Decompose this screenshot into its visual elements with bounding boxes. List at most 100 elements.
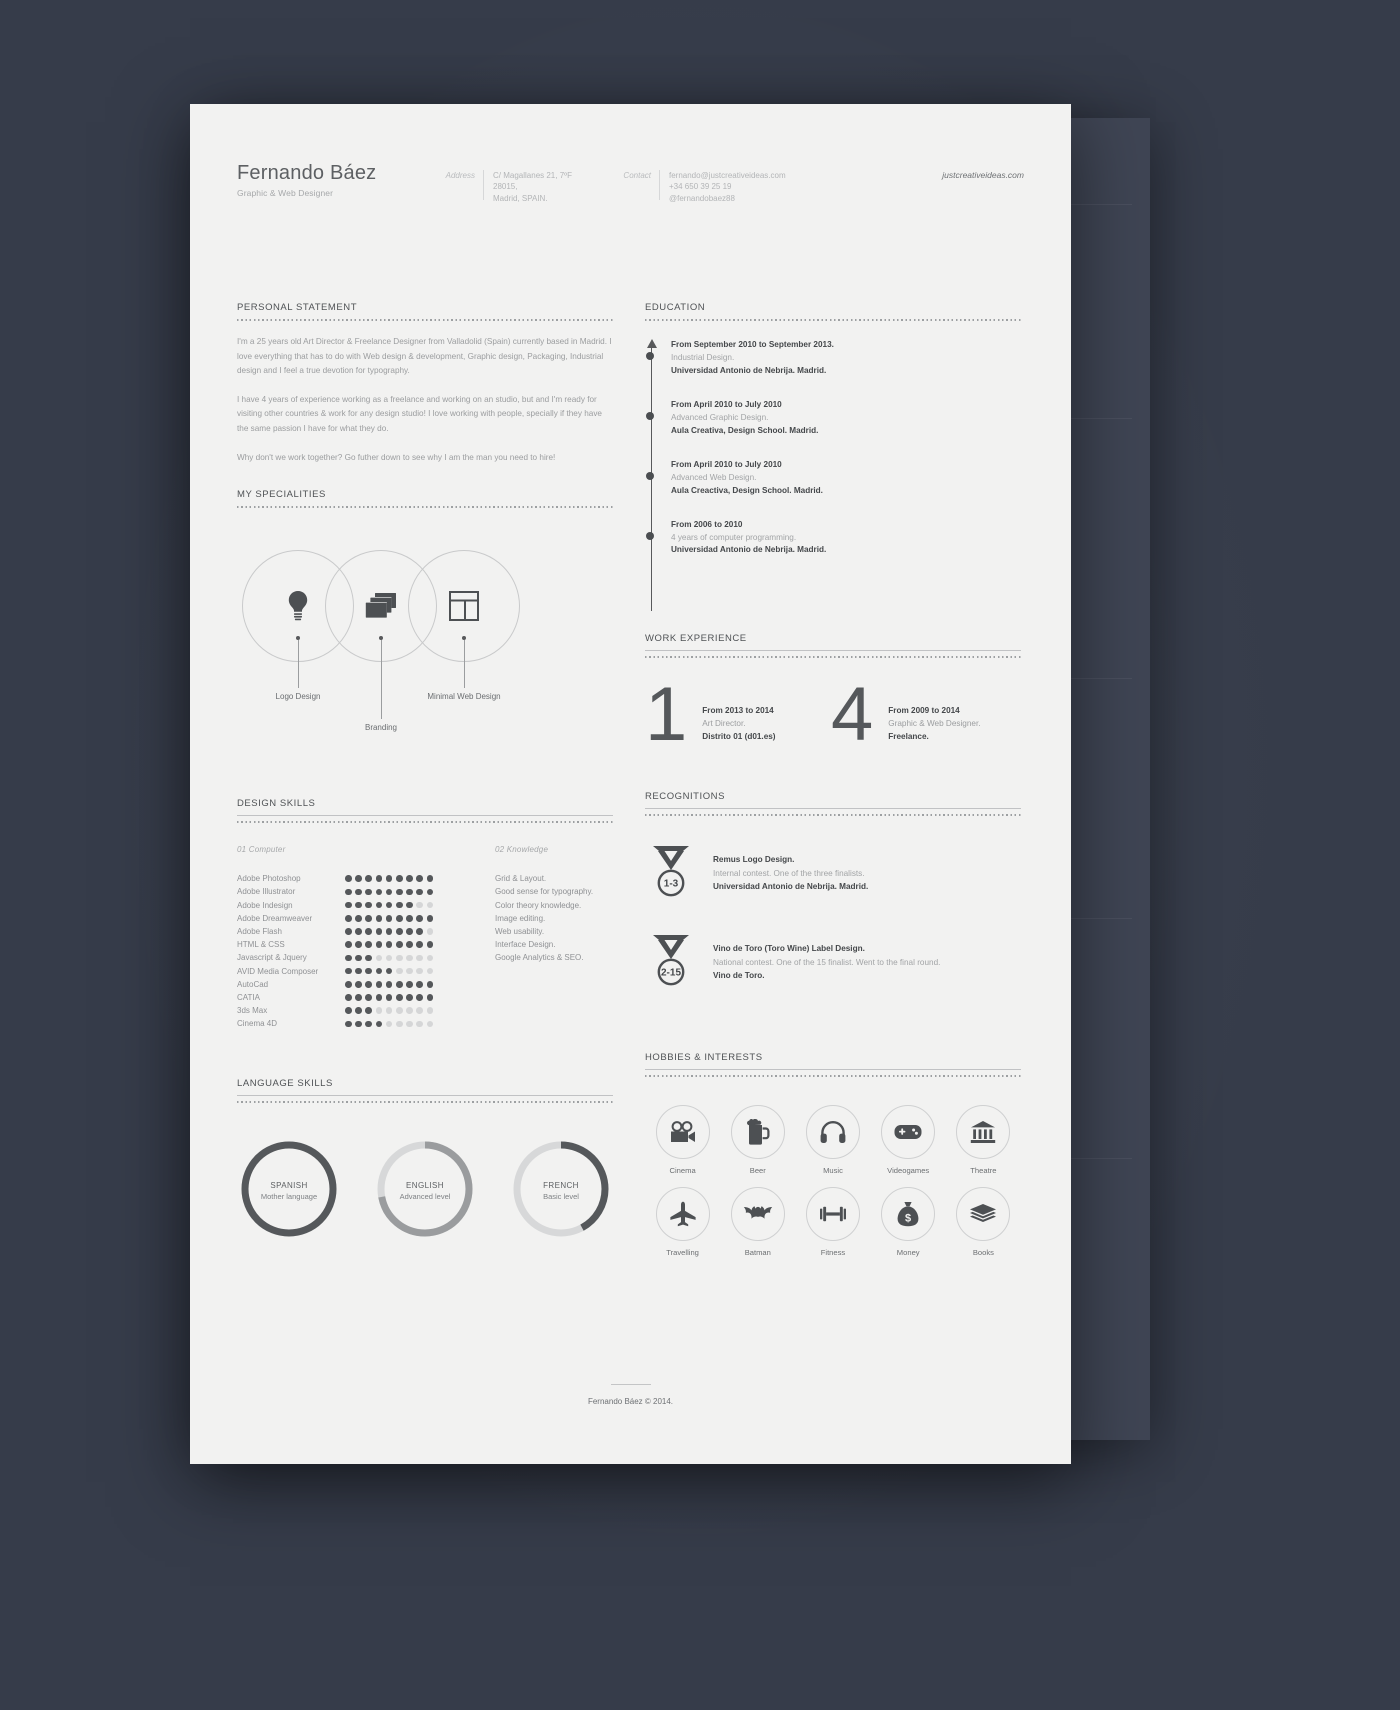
skill-name: AutoCad — [237, 979, 269, 989]
skill-rating — [345, 994, 434, 1001]
layers-icon — [365, 592, 397, 620]
rating-dot — [345, 980, 352, 988]
speciality-label: Minimal Web Design — [427, 692, 501, 702]
rating-dot — [406, 888, 413, 896]
section-divider — [645, 650, 1021, 651]
rating-dot — [426, 954, 434, 962]
skill-rating — [345, 901, 434, 909]
rating-dot — [345, 1020, 352, 1028]
contact-value: fernando@justcreativeideas.com +34 650 3… — [669, 171, 786, 203]
rating-dot — [406, 875, 413, 883]
education-entry: From 2006 to 2010 4 years of computer pro… — [646, 519, 1021, 558]
skill-row: AVID Media Composer — [237, 964, 495, 977]
hobby-item: Batman — [720, 1187, 795, 1257]
hobby-label: Cinema — [669, 1166, 696, 1176]
rating-dot — [365, 994, 372, 1001]
hobby-label: Videogames — [887, 1166, 930, 1176]
svg-text:1-3: 1-3 — [664, 879, 679, 890]
section-heading: HOBBIES & INTERESTS — [645, 1052, 763, 1064]
rating-dot — [395, 901, 403, 909]
page-title: Fernando Báez — [237, 162, 377, 184]
rating-dot — [395, 888, 403, 896]
section-heading: PERSONAL STATEMENT — [237, 302, 358, 313]
rating-dot — [406, 901, 413, 909]
speciality-label: Branding — [364, 723, 398, 733]
hobby-label: Books — [972, 1248, 994, 1258]
work-items: 1 From 2013 to 2014 Art Director. Distri… — [645, 676, 1021, 752]
hobby-item: Travelling — [645, 1187, 720, 1257]
recognition-detail: National contest. One of the 15 finalist… — [713, 957, 941, 967]
rating-dot — [375, 1020, 383, 1028]
work-dates: From 2009 to 2014 — [888, 705, 960, 715]
contact-group: Contact fernando@justcreativeideas.com +… — [613, 170, 786, 204]
rating-dot — [355, 941, 362, 948]
skill-rating — [345, 954, 434, 962]
section-divider-dotted — [237, 1101, 613, 1104]
rating-dot — [395, 928, 403, 935]
hobby-item: Cinema — [645, 1105, 720, 1175]
rating-dot — [355, 1020, 362, 1028]
section-divider — [645, 1069, 1021, 1071]
rating-dot — [426, 915, 434, 922]
identity-block: Fernando Báez Graphic & Web Designer — [237, 162, 376, 198]
speciality-label: Logo Design — [275, 692, 321, 702]
rating-dot — [375, 980, 383, 988]
language-level: Advanced level — [399, 1192, 451, 1202]
rating-dot — [385, 901, 393, 909]
rating-dot — [406, 1020, 413, 1028]
skill-name: 3ds Max — [237, 1006, 268, 1016]
rating-dot — [406, 941, 413, 948]
education-field: Industrial Design. — [671, 352, 735, 362]
rating-dot — [385, 888, 393, 896]
contact-label: Contact — [623, 171, 651, 180]
skill-row: HTML & CSS — [237, 938, 495, 951]
hobby-label: Music — [823, 1166, 843, 1176]
skill-row: Cinema 4D — [237, 1017, 495, 1030]
skill-name: HTML & CSS — [237, 940, 285, 950]
connector-line — [464, 640, 465, 689]
timeline-bullet — [646, 471, 654, 480]
rating-dot — [426, 888, 434, 896]
section-heading: EDUCATION — [645, 302, 706, 313]
rating-dot — [375, 901, 383, 909]
skills-subheaders: 01 Computer 02 Knowledge — [237, 845, 613, 854]
education-school: Aula Creativa, Design School. Madrid. — [671, 425, 819, 435]
rating-dot — [355, 875, 362, 883]
skill-name: Adobe Photoshop — [237, 874, 301, 884]
website-link[interactable]: justcreativeideas.com — [942, 170, 1024, 180]
knowledge-skill-list: Grid & Layout. Good sense for typography.… — [495, 872, 593, 1030]
skill-rating — [345, 980, 434, 988]
knowledge-item: Interface Design. — [495, 940, 556, 950]
recognition-title: Remus Logo Design. — [713, 855, 795, 865]
hobby-label: Beer — [749, 1166, 766, 1176]
rating-dot — [385, 915, 393, 922]
education-date: From September 2010 to September 2013. — [671, 340, 834, 349]
recognition-entry: 2-15 Vino de Toro (Toro Wine) Label Desig… — [645, 931, 1021, 994]
rating-dot — [426, 875, 434, 883]
section-divider — [237, 1095, 613, 1097]
rating-dot — [365, 1007, 372, 1014]
hobby-item: Music — [795, 1105, 870, 1175]
rating-dot — [375, 1007, 383, 1014]
hobby-item: Fitness — [795, 1187, 870, 1257]
section-specialities: MY SPECIALITIES Logo Design Branding Min… — [237, 489, 613, 776]
rating-dot — [426, 1007, 434, 1014]
hobby-label: Batman — [744, 1248, 771, 1258]
hobby-item: $ Money — [871, 1187, 946, 1257]
rating-dot — [426, 928, 434, 935]
education-date: From April 2010 to July 2010 — [671, 459, 782, 469]
education-school: Universidad Antonio de Nebrija. Madrid. — [671, 545, 827, 555]
education-timeline: From September 2010 to September 2013. In… — [645, 339, 1021, 619]
headphones-icon — [805, 1105, 860, 1160]
left-column: PERSONAL STATEMENT I'm a 25 years old Ar… — [237, 302, 613, 1241]
computer-skill-list: Adobe Photoshop Adobe Illustrator Adobe In… — [237, 872, 495, 1030]
rating-dot — [345, 941, 352, 948]
copyright-text: Fernando Báez © 2014. — [587, 1397, 674, 1406]
section-work-experience: WORK EXPERIENCE 1 From 2013 to 2014 Art … — [645, 633, 1021, 753]
knowledge-item: Web usability. — [495, 926, 545, 936]
rating-dot — [355, 901, 362, 909]
dumbbell-icon — [805, 1187, 860, 1242]
work-company: Distrito 01 (d01.es) — [702, 732, 776, 742]
rating-dot — [406, 967, 413, 975]
rating-dot — [355, 967, 362, 975]
